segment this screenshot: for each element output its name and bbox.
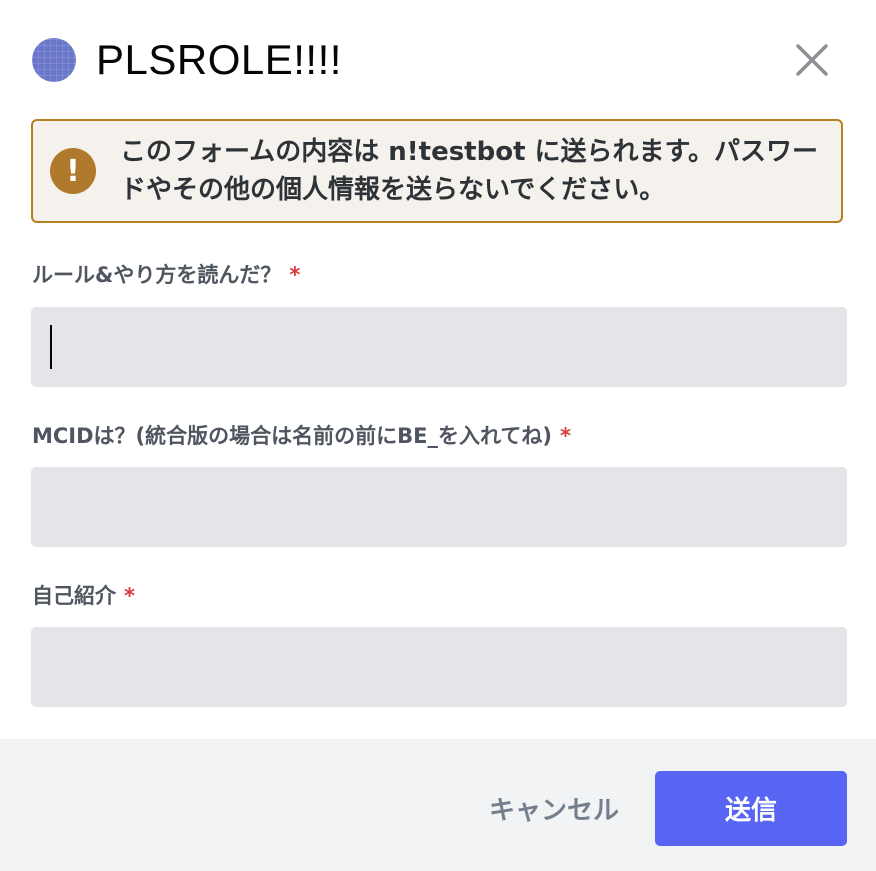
close-button[interactable] [792, 40, 832, 80]
required-mark: * [289, 263, 301, 287]
server-icon [32, 38, 76, 82]
submit-button[interactable]: 送信 [655, 771, 847, 846]
modal-header: PLSROLE!!!! [32, 30, 844, 90]
close-icon [796, 44, 828, 76]
warning-text: このフォームの内容は n!testbot に送られます。パスワードやその他の個人… [120, 137, 818, 205]
field-label-intro-text: 自己紹介 [32, 584, 116, 608]
field-label-intro: 自己紹介 * [32, 580, 135, 610]
self-intro-input[interactable] [31, 627, 847, 707]
required-mark: * [559, 424, 571, 448]
field-label-rules-text: ルール&やり方を読んだ？ [32, 263, 282, 287]
mcid-input[interactable] [31, 467, 847, 547]
modal-dialog: PLSROLE!!!! ! このフォームの内容は n!testbot に送られま… [0, 0, 876, 871]
text-caret [50, 325, 52, 369]
rules-read-input[interactable] [31, 307, 847, 387]
cancel-button[interactable]: キャンセル [470, 771, 638, 846]
field-label-mcid-text: MCIDは？(統合版の場合は名前の前にBE_を入れてね) [32, 424, 552, 448]
required-mark: * [124, 584, 135, 608]
modal-title: PLSROLE!!!! [96, 36, 342, 83]
privacy-warning: ! このフォームの内容は n!testbot に送られます。パスワードやその他の… [31, 119, 843, 223]
field-label-mcid: MCIDは？(統合版の場合は名前の前にBE_を入れてね) * [32, 420, 571, 450]
field-label-rules: ルール&やり方を読んだ？ * [32, 259, 300, 289]
warning-icon: ! [50, 148, 96, 194]
